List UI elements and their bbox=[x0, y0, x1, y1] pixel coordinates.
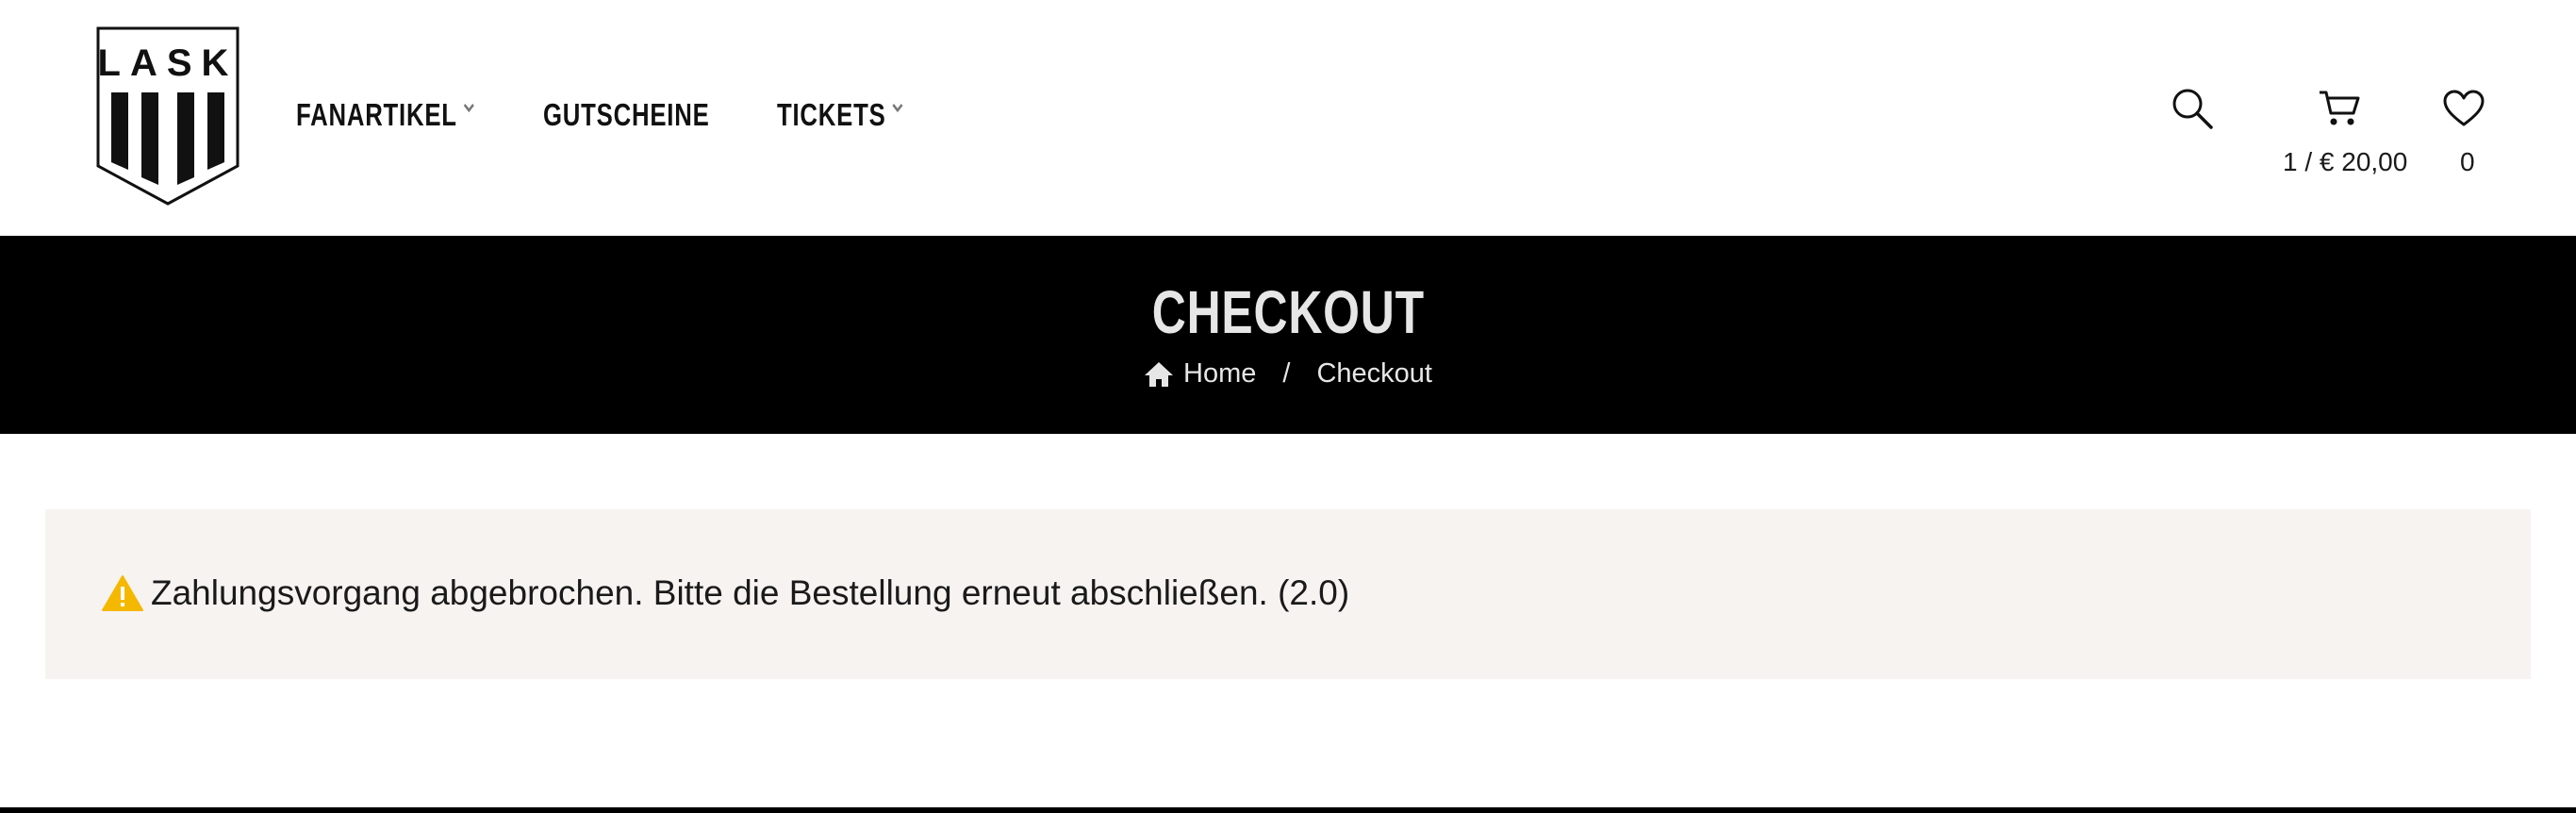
nav-item-label: GUTSCHEINE bbox=[543, 97, 710, 132]
warning-icon bbox=[102, 574, 143, 612]
chevron-down-icon bbox=[890, 99, 905, 118]
cart-icon[interactable] bbox=[2318, 89, 2361, 128]
payment-notice: Zahlungsvorgang abgebrochen. Bitte die B… bbox=[45, 509, 2531, 679]
breadcrumb-current: Checkout bbox=[1316, 358, 1432, 389]
breadcrumb-home-link[interactable]: Home bbox=[1183, 358, 1256, 390]
page-title-banner: CHECKOUT Home / Checkout bbox=[0, 236, 2576, 434]
nav-item-gutscheine[interactable]: GUTSCHEINE bbox=[543, 97, 710, 133]
breadcrumb-separator: / bbox=[1282, 358, 1291, 389]
chevron-down-icon bbox=[462, 99, 477, 118]
notice-message: Zahlungsvorgang abgebrochen. Bitte die B… bbox=[151, 573, 1350, 612]
heart-icon[interactable] bbox=[2442, 89, 2485, 128]
svg-text:LASK: LASK bbox=[98, 42, 239, 84]
lask-logo[interactable]: LASK bbox=[94, 25, 241, 207]
cart-summary[interactable]: 1 / € 20,00 bbox=[2283, 147, 2407, 177]
page-title: CHECKOUT bbox=[1151, 278, 1425, 346]
nav-item-label: FANARTIKEL bbox=[296, 97, 457, 132]
search-icon[interactable] bbox=[2171, 87, 2214, 130]
nav-item-label: TICKETS bbox=[777, 97, 886, 132]
lask-crest-icon: LASK bbox=[96, 26, 239, 206]
wishlist-count[interactable]: 0 bbox=[2460, 147, 2475, 177]
nav-item-fanartikel[interactable]: FANARTIKEL bbox=[296, 97, 476, 133]
site-header: LASK FANARTIKEL GUTSCHEINE TICKETS 1 / €… bbox=[0, 0, 2576, 236]
breadcrumb: Home / Checkout bbox=[0, 358, 2576, 390]
nav-item-tickets[interactable]: TICKETS bbox=[777, 97, 905, 133]
footer-top-edge bbox=[0, 807, 2576, 813]
home-icon[interactable] bbox=[1144, 360, 1174, 389]
